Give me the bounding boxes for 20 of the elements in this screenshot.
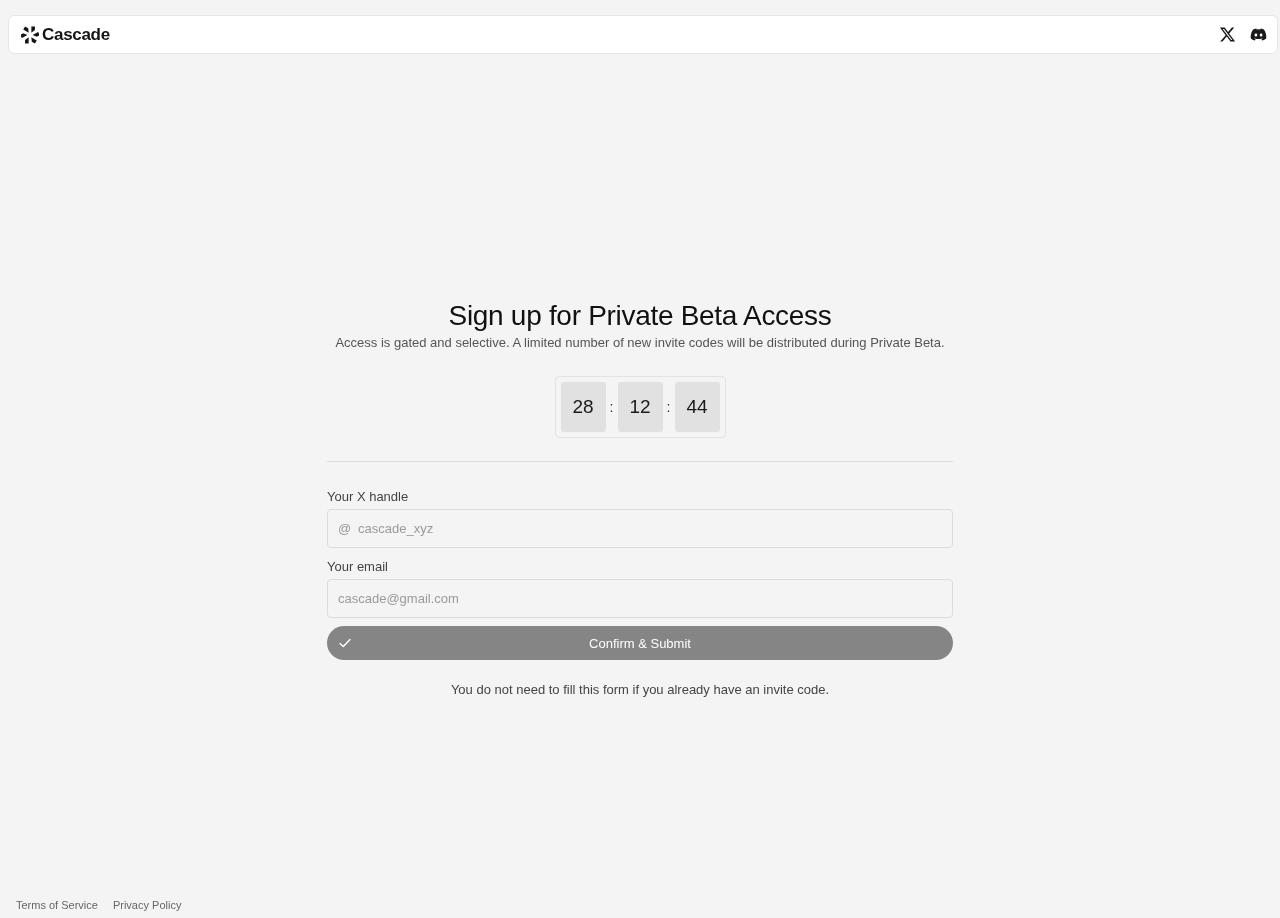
brand-name: Cascade xyxy=(42,24,110,45)
check-icon xyxy=(339,638,351,648)
countdown-separator: : xyxy=(665,399,672,415)
countdown-digits: 28 xyxy=(560,382,606,432)
input-field[interactable]: cascade@gmail.com xyxy=(327,579,953,618)
page-title: Sign up for Private Beta Access xyxy=(448,299,832,333)
x-logo-icon[interactable] xyxy=(1219,26,1236,43)
logo-icon xyxy=(21,25,39,44)
field-label: Your email xyxy=(327,559,388,575)
footer-link[interactable]: Terms of Service xyxy=(16,899,98,911)
form-note: You do not need to fill this form if you already have an invite code. xyxy=(450,682,830,697)
footer-link[interactable]: Privacy Policy xyxy=(112,899,182,911)
page-subtitle: Access is gated and selective. A limited number of new invite codes will be distributed during Private Beta. xyxy=(335,334,945,352)
countdown-digits: 12 xyxy=(617,382,663,432)
field-prefix: @ xyxy=(338,521,352,536)
countdown-digits: 44 xyxy=(674,382,720,432)
field-label: Your X handle xyxy=(327,489,409,505)
game-controller-icon[interactable] xyxy=(1250,26,1267,43)
brand-logo[interactable]: Cascade xyxy=(21,24,110,45)
countdown-separator: : xyxy=(608,399,615,415)
